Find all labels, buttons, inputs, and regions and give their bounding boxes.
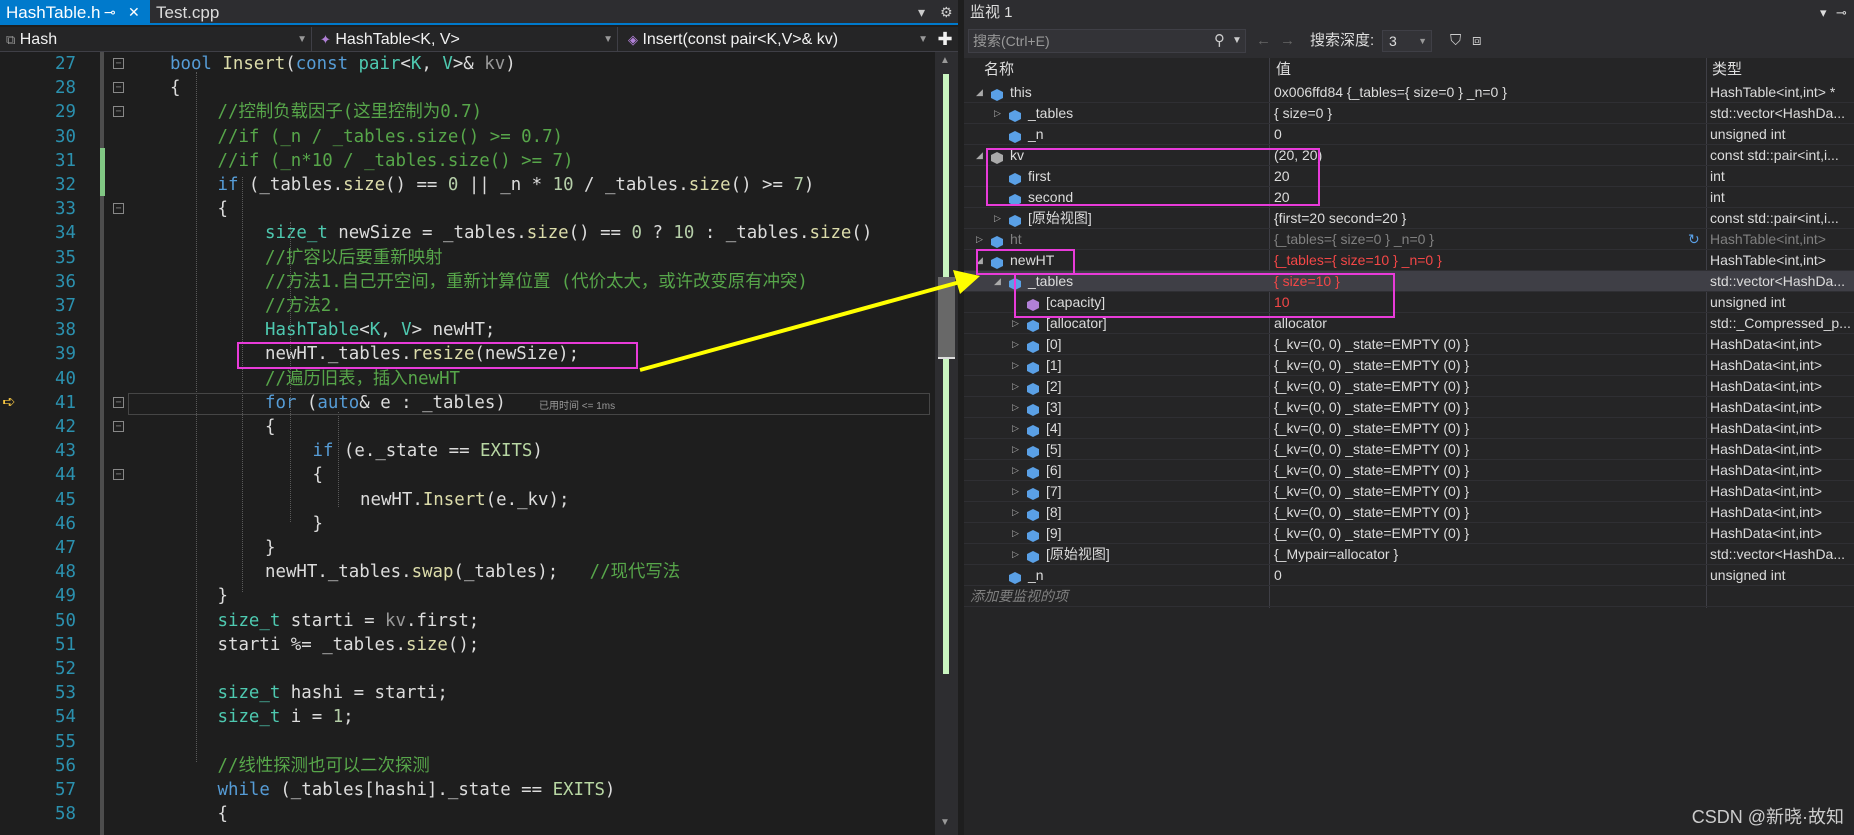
arrow-head <box>953 270 980 294</box>
arrow-shaft <box>639 280 961 372</box>
annotation-arrow <box>639 270 980 372</box>
screenshot-root: HashTable.h ⊸ ✕ Test.cpp ▾ ⚙ ⧉ Hash ▼ ✦ … <box>0 0 1854 835</box>
